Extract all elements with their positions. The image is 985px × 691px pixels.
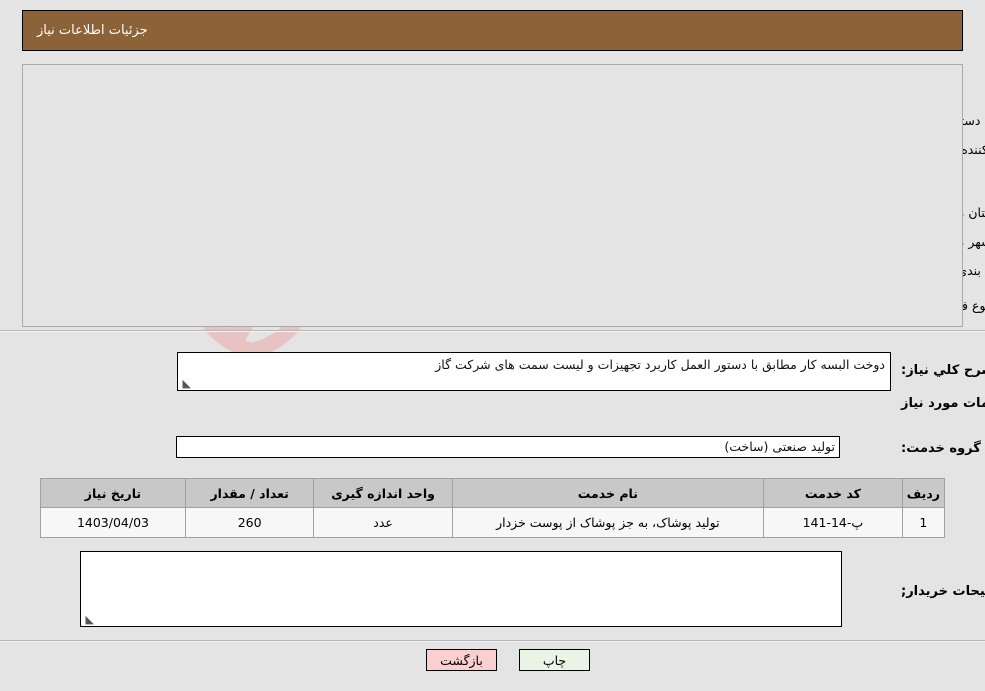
th-code: کد خدمت xyxy=(762,478,903,508)
services-section-heading: اطلاعات خدمات مورد نیاز xyxy=(901,396,985,411)
services-table: ردیف کد خدمت نام خدمت واحد اندازه گیری ت… xyxy=(40,478,946,538)
resize-grip-icon-notes[interactable]: ◣ xyxy=(84,614,94,625)
th-name: نام خدمت xyxy=(451,478,764,508)
cell-row: 1 xyxy=(901,507,946,538)
cell-need-date: 1403/04/03 xyxy=(40,507,186,538)
th-quantity: تعداد / مقدار xyxy=(184,478,315,508)
footer-divider xyxy=(0,640,985,642)
buyer-notes-label: توضیحات خریدار; xyxy=(901,584,985,599)
buyer-notes-textarea[interactable]: ◣ xyxy=(80,551,842,627)
print-button[interactable]: چاپ xyxy=(519,649,590,671)
description-label: شرح كلي نياز: xyxy=(901,363,985,378)
cell-unit: عدد xyxy=(313,507,453,538)
cell-name: تولید پوشاک، به جز پوشاک از پوست خزدار xyxy=(451,507,764,538)
cell-quantity: 260 xyxy=(184,507,315,538)
section-divider xyxy=(0,330,985,332)
table-header-row: ردیف کد خدمت نام خدمت واحد اندازه گیری ت… xyxy=(40,478,946,508)
page-title: جزئیات اطلاعات نیاز xyxy=(37,23,148,38)
description-text: دوخت البسه کار مطابق با دستور العمل کارب… xyxy=(435,357,885,372)
cell-code: پ-14-141 xyxy=(762,507,903,538)
page-title-bar: جزئیات اطلاعات نیاز xyxy=(22,10,963,51)
th-unit: واحد اندازه گیری xyxy=(313,478,453,508)
service-group-label: گروه خدمت: xyxy=(901,441,981,456)
back-button[interactable]: بازگشت xyxy=(426,649,497,671)
th-date: تاریخ نیاز xyxy=(40,478,186,508)
resize-grip-icon[interactable]: ◣ xyxy=(181,378,191,389)
table-row: 1 پ-14-141 تولید پوشاک، به جز پوشاک از پ… xyxy=(40,507,946,538)
th-row: ردیف xyxy=(901,478,946,508)
page-root: AriaTender.net جزئیات اطلاعات نیاز شماره… xyxy=(0,0,985,691)
service-group-value[interactable]: تولید صنعتی (ساخت) xyxy=(176,436,840,458)
need-summary-panel xyxy=(22,64,963,327)
description-textarea[interactable]: دوخت البسه کار مطابق با دستور العمل کارب… xyxy=(177,352,891,391)
